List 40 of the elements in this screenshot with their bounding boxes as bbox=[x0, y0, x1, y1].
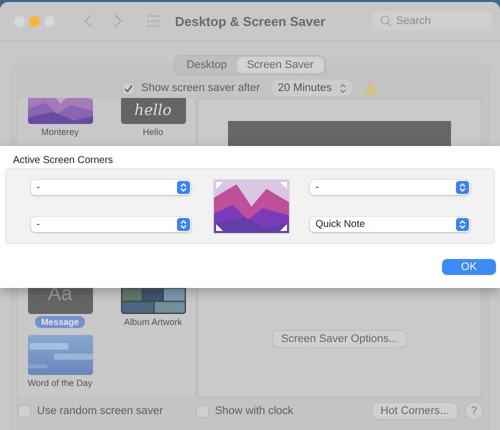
help-button[interactable]: ? bbox=[466, 403, 482, 419]
checkbox-label: Use random screen saver bbox=[37, 405, 163, 417]
tab[interactable]: Screen Saver bbox=[236, 57, 324, 73]
sheet-title: Active Screen Corners bbox=[13, 155, 114, 166]
options-button[interactable]: Screen Saver Options... bbox=[273, 331, 406, 347]
thumbnail-text: hello bbox=[134, 102, 172, 118]
stepper-icon bbox=[176, 181, 190, 194]
corner-select[interactable]: - bbox=[310, 180, 470, 195]
screen-saver-thumbnail[interactable]: hello bbox=[120, 98, 186, 124]
stepper-icon bbox=[176, 218, 190, 231]
grid-icon[interactable] bbox=[147, 14, 161, 28]
window-controls-icon[interactable] bbox=[14, 16, 55, 26]
corner-select[interactable]: - bbox=[30, 180, 190, 195]
checkbox[interactable] bbox=[122, 82, 136, 94]
ok-button[interactable]: OK bbox=[442, 259, 496, 275]
corner-select[interactable]: - bbox=[30, 217, 190, 232]
screen-saver-name[interactable]: Message bbox=[34, 316, 86, 328]
delay-select[interactable]: 20 Minutes bbox=[272, 80, 352, 96]
checkbox-label: Show screen saver after bbox=[141, 82, 260, 94]
forward-icon[interactable] bbox=[113, 14, 123, 28]
screen-saver-name[interactable]: Album Artwork bbox=[118, 316, 188, 328]
updown-icon bbox=[340, 84, 346, 92]
screen-saver-name[interactable]: Word of the Day bbox=[22, 377, 98, 389]
screen-saver-name[interactable]: Hello bbox=[136, 126, 170, 138]
stepper-icon bbox=[456, 218, 468, 231]
window-title: Desktop & Screen Saver bbox=[175, 14, 326, 28]
checkbox-label: Show with clock bbox=[215, 405, 294, 417]
corner-icon bbox=[216, 224, 222, 230]
screen-saver-name[interactable]: Monterey bbox=[35, 126, 85, 138]
search-field[interactable]: Search bbox=[372, 11, 492, 31]
stepper-icon bbox=[456, 181, 468, 194]
back-icon[interactable] bbox=[83, 14, 93, 28]
screen-saver-thumbnail[interactable] bbox=[28, 335, 92, 375]
hot-corners-button[interactable]: Hot Corners... bbox=[372, 403, 457, 419]
corner-select[interactable]: Quick Note bbox=[310, 217, 470, 232]
corner-icon bbox=[280, 224, 286, 230]
tab[interactable]: Desktop bbox=[176, 57, 237, 73]
corner-icon bbox=[280, 182, 286, 188]
warning-icon bbox=[364, 82, 378, 94]
corner-icon bbox=[216, 182, 222, 188]
